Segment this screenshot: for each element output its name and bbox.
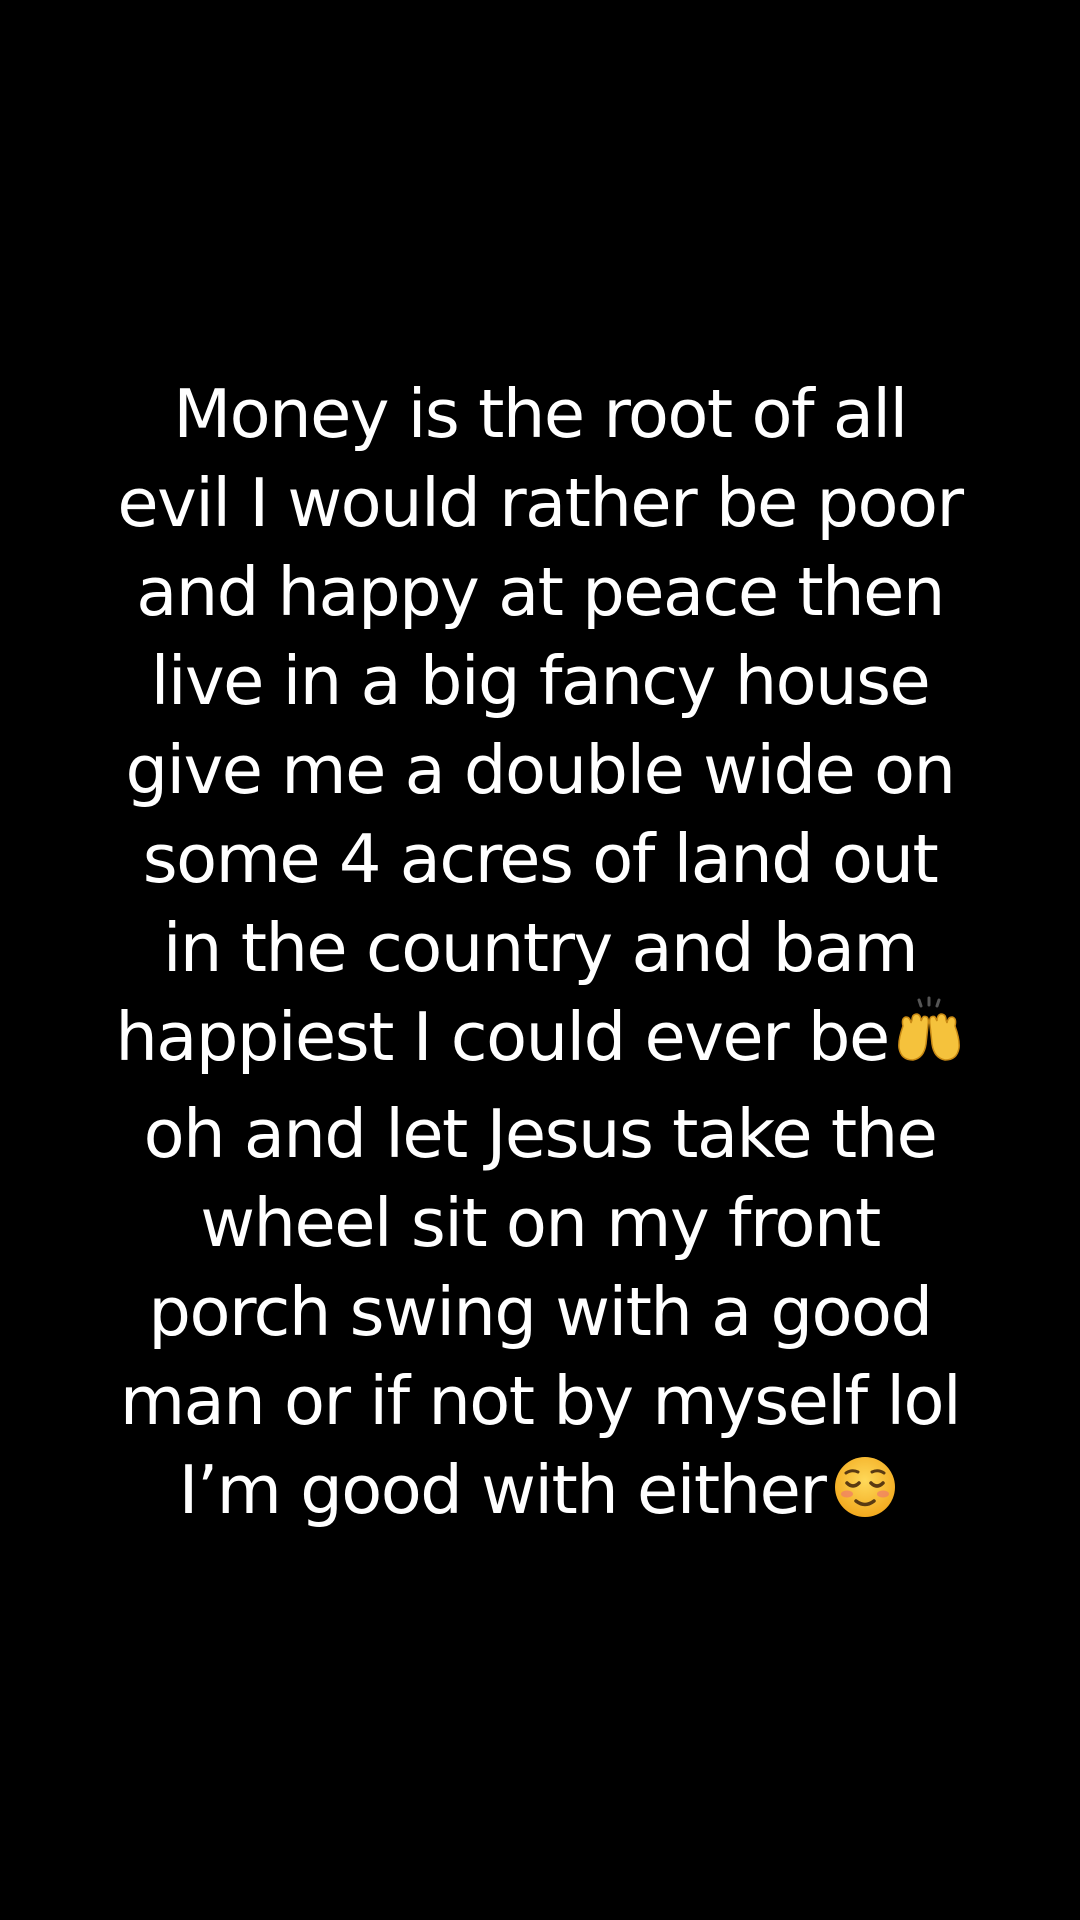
- caption-line: evil I would rather be poor: [117, 464, 964, 542]
- caption-line: Money is the root of all: [173, 375, 908, 453]
- caption-line: live in a big fancy house: [150, 642, 931, 720]
- caption-line: and happy at peace then: [136, 553, 945, 631]
- caption-line-text: happiest I could ever be: [115, 998, 890, 1076]
- raising-hands-emoji-icon: [893, 996, 965, 1090]
- caption-line: oh and let Jesus take the: [143, 1095, 938, 1173]
- caption-line: porch swing with a good: [148, 1273, 933, 1351]
- caption-line: some 4 acres of land out: [142, 820, 939, 898]
- smiling-face-emoji-icon: [829, 1449, 901, 1543]
- screen: Money is the root of all evil I would ra…: [0, 0, 1080, 1920]
- caption-line: wheel sit on my front: [200, 1184, 881, 1262]
- caption-line: man or if not by myself lol: [119, 1362, 962, 1440]
- caption-line: give me a double wide on: [125, 731, 956, 809]
- caption-line: in the country and bam: [162, 909, 919, 987]
- caption-line-text: I’m good with either: [178, 1451, 827, 1529]
- caption-line-with-emoji: I’m good with either: [60, 1446, 1020, 1543]
- caption-text: Money is the root of all evil I would ra…: [60, 370, 1020, 1543]
- caption-line-with-emoji: happiest I could ever be: [60, 993, 1020, 1090]
